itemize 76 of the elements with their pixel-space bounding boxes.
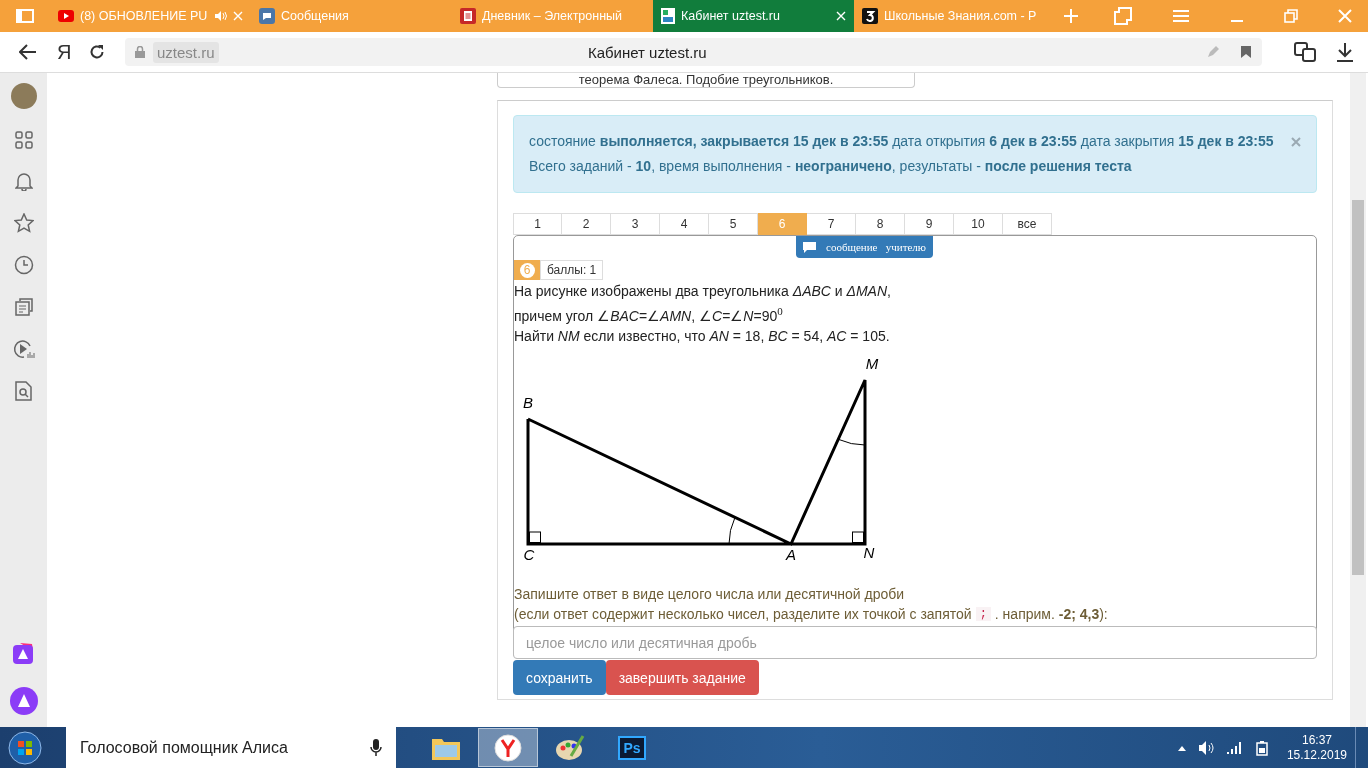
answer-instruction: Запишите ответ в виде целого числа или десятичной дроби — [514, 584, 906, 604]
grid-icon[interactable] — [14, 131, 33, 149]
status-text: Всего заданий - 10, время выполнения - неограничено, результаты - после решения теста — [529, 157, 1133, 176]
site-icon — [661, 8, 675, 24]
page-tab[interactable]: все — [1003, 213, 1052, 235]
site-icon — [862, 8, 878, 24]
assistant-icon[interactable] — [9, 687, 38, 715]
points-label: баллы: 1 — [540, 260, 604, 280]
page-tab[interactable]: 8 — [856, 213, 905, 235]
tab-title: Сообщения — [281, 9, 350, 23]
play-icon[interactable] — [12, 339, 35, 359]
address-field[interactable]: uztest.ru Кабинет uztest.ru — [125, 38, 1262, 66]
finish-button[interactable]: завершить задание — [605, 660, 759, 695]
status-text: состояние выполняется, закрывается 15 дек в 23:55 дата открытия 6 дек в 23:55 дата закрытия 15 дек в 23:55 — [529, 132, 1275, 151]
document-icon — [460, 8, 476, 24]
download-icon[interactable] — [1336, 42, 1354, 62]
point-label: A — [786, 545, 796, 563]
tab-title: Дневник – Электронный — [482, 9, 624, 23]
speech-bubble-icon — [803, 241, 816, 253]
page-tab[interactable]: 10 — [954, 213, 1003, 235]
point-label: M — [865, 355, 879, 372]
point-label: B — [523, 393, 533, 411]
point-label: C — [523, 545, 535, 563]
page-tab[interactable]: 3 — [611, 213, 660, 235]
sidebar-toggle-icon[interactable] — [16, 9, 34, 23]
hint-text: (если ответ содержит несколько чисел, разделите их точкой с запятой — [514, 604, 972, 624]
question-text: Найти NM если известно, что AN = 18, BC = 54, AC = 105. — [514, 326, 891, 346]
task-number: 6 — [514, 260, 540, 280]
browser-logo[interactable]: Я — [57, 40, 69, 64]
answer-field[interactable]: целое число или десятичная дробь — [513, 626, 1317, 659]
tab-title: (8) ОБНОВЛЕНИЕ PU — [80, 9, 209, 23]
question-text: На рисунке изображены два треугольника ΔABC и ΔMAN, — [514, 282, 892, 301]
page-tab[interactable]: 5 — [709, 213, 758, 235]
tab-title: Школьные Знания.com - Р — [884, 9, 1038, 23]
translate-icon[interactable] — [1294, 42, 1316, 62]
battery-icon[interactable] — [1254, 739, 1269, 756]
clock-date: 15.12.2019 — [1286, 747, 1347, 763]
page-tab[interactable]: 4 — [660, 213, 709, 235]
microphone-icon[interactable] — [370, 738, 382, 757]
start-button-icon[interactable] — [8, 730, 42, 765]
clock-time: 16:37 — [1301, 732, 1332, 748]
separator-code: ; — [975, 606, 991, 621]
save-button[interactable]: сохранить — [513, 660, 606, 695]
star-icon[interactable] — [13, 213, 34, 233]
video-icon — [58, 10, 74, 22]
lock-icon — [135, 46, 145, 58]
taskbar-app[interactable] — [478, 728, 538, 767]
assistant-app-icon[interactable] — [11, 641, 36, 665]
file-search-icon[interactable] — [14, 381, 33, 401]
documents-icon[interactable] — [13, 297, 34, 317]
page-tab[interactable]: 1 — [513, 213, 562, 235]
page-tab[interactable]: 2 — [562, 213, 611, 235]
message-teacher-button[interactable]: сообщение учителю — [796, 236, 934, 258]
photoshop-label: Ps — [618, 735, 646, 760]
tab-title: Кабинет uztest.ru — [681, 9, 781, 23]
scrollbar[interactable] — [1350, 73, 1366, 727]
browser-tab[interactable]: Кабинет uztest.ru — [653, 0, 854, 32]
signal-icon[interactable] — [1226, 740, 1243, 755]
reload-icon[interactable] — [89, 44, 105, 60]
back-arrow-icon[interactable] — [19, 44, 37, 60]
volume-icon[interactable] — [1198, 740, 1215, 755]
point-label: N — [863, 543, 875, 561]
page-tab[interactable]: 7 — [807, 213, 856, 235]
page-tab[interactable]: 9 — [905, 213, 954, 235]
hint-text: . наприм. -2; 4,3): — [994, 604, 1108, 624]
taskbar-app[interactable]: Ps — [602, 728, 662, 767]
browser-icon — [494, 733, 522, 762]
avatar[interactable] — [10, 83, 37, 109]
palette-icon — [555, 733, 585, 762]
question-text: причем угол ∠BAC=∠AMN, ∠C=∠N=90$^{0}$ — [514, 304, 784, 326]
search-field[interactable]: Голосовой помощник Алиса — [66, 727, 396, 768]
clock-icon[interactable] — [13, 255, 34, 275]
bell-icon[interactable] — [14, 171, 33, 191]
chat-icon — [259, 8, 275, 24]
bookmark-icon[interactable] — [1240, 45, 1252, 59]
topic-text: теорема Фалеса. Подобие треугольников. — [578, 72, 834, 87]
